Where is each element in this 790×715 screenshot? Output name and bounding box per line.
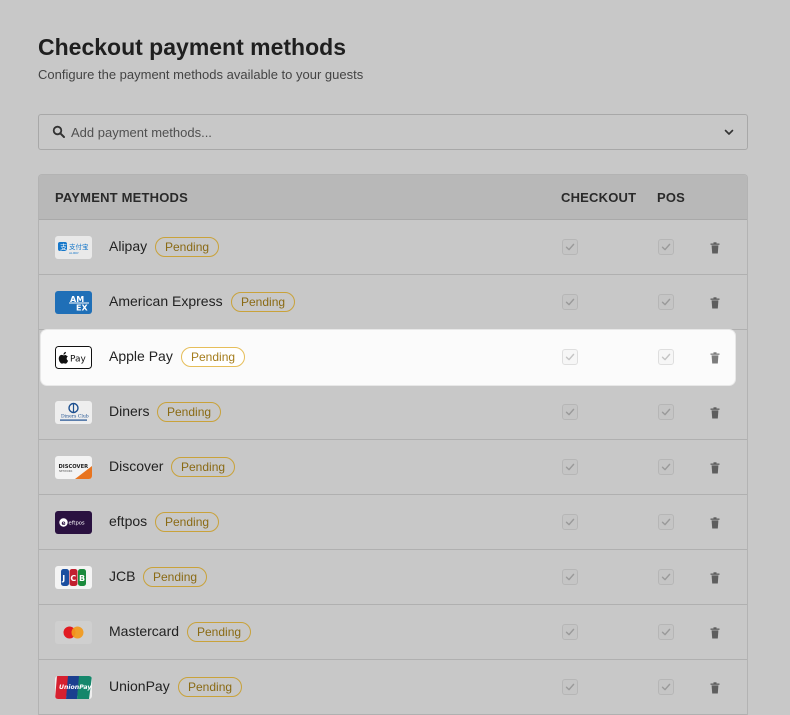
svg-text:B: B	[79, 574, 85, 583]
svg-text:EX: EX	[76, 304, 88, 313]
search-icon	[52, 125, 65, 138]
table-row: AM EX American Express Pending	[39, 275, 747, 330]
diners-club-logo: Diners Club	[55, 401, 92, 424]
payment-method-name: Apple Pay	[109, 348, 173, 364]
checkout-checkbox-discover[interactable]	[562, 459, 578, 475]
svg-text:Diners Club: Diners Club	[61, 414, 89, 420]
checkout-checkbox-diners[interactable]	[562, 404, 578, 420]
alipay-logo: 支支付宝 ALIPAY	[55, 236, 92, 259]
status-badge: Pending	[187, 622, 252, 642]
status-badge: Pending	[178, 677, 243, 697]
trash-icon[interactable]	[710, 516, 720, 529]
payment-methods-page: Checkout payment methods Configure the p…	[38, 30, 748, 715]
svg-text:J: J	[61, 574, 65, 583]
pos-checkbox-mastercard[interactable]	[658, 624, 674, 640]
svg-text:ALIPAY: ALIPAY	[69, 251, 79, 255]
checkout-checkbox-apple-pay[interactable]	[562, 349, 578, 365]
status-badge: Pending	[157, 402, 222, 422]
svg-text:e: e	[62, 520, 66, 527]
pos-checkbox-alipay[interactable]	[658, 239, 674, 255]
status-badge: Pending	[171, 457, 236, 477]
payment-method-name: Alipay	[109, 238, 148, 254]
svg-text:支: 支	[60, 243, 67, 252]
checkout-checkbox-alipay[interactable]	[562, 239, 578, 255]
pos-checkbox-jcb[interactable]	[658, 569, 674, 585]
svg-text:C: C	[70, 574, 76, 583]
trash-icon[interactable]	[710, 461, 720, 474]
trash-icon[interactable]	[710, 351, 720, 364]
svg-text:Pay: Pay	[70, 355, 87, 365]
apple-pay-logo: Pay	[55, 346, 92, 369]
checkout-checkbox-eftpos[interactable]	[562, 514, 578, 530]
jcb-logo: JCB	[55, 566, 92, 589]
trash-icon[interactable]	[710, 406, 720, 419]
table-row: Mastercard Pending	[39, 605, 747, 660]
status-badge: Pending	[181, 347, 246, 367]
search-input[interactable]	[71, 115, 711, 149]
eftpos-logo: e eftpos	[55, 511, 92, 534]
checkout-checkbox-unionpay[interactable]	[562, 679, 578, 695]
trash-icon[interactable]	[710, 681, 720, 694]
column-header-checkout: CHECKOUT	[561, 190, 637, 205]
add-payment-methods-select[interactable]	[38, 114, 748, 150]
checkout-checkbox-mastercard[interactable]	[562, 624, 578, 640]
checkout-checkbox-jcb[interactable]	[562, 569, 578, 585]
unionpay-logo: UnionPay	[55, 676, 92, 699]
pos-checkbox-apple-pay[interactable]	[658, 349, 674, 365]
pos-checkbox-discover[interactable]	[658, 459, 674, 475]
payment-methods-table: PAYMENT METHODS CHECKOUT POS 支支付宝 ALIPAY A…	[38, 174, 748, 715]
table-row: DISCOVER NETWORK Discover Pending	[39, 440, 747, 495]
column-header-pos: POS	[657, 190, 686, 205]
page-title: Checkout payment methods	[38, 34, 346, 60]
table-body: 支支付宝 ALIPAY Alipay Pending AM EX American Expr…	[39, 220, 747, 715]
svg-text:支付宝: 支付宝	[69, 242, 89, 251]
table-row: 支支付宝 ALIPAY Alipay Pending	[39, 220, 747, 275]
payment-method-name: eftpos	[109, 513, 148, 529]
trash-icon[interactable]	[710, 571, 720, 584]
payment-method-name: Mastercard	[109, 623, 180, 639]
amex-logo: AM EX	[55, 291, 92, 314]
pos-checkbox-unionpay[interactable]	[658, 679, 674, 695]
pos-checkbox-diners[interactable]	[658, 404, 674, 420]
table-row: Pay Apple Pay Pending	[41, 330, 735, 385]
mastercard-logo	[55, 621, 92, 644]
trash-icon[interactable]	[710, 626, 720, 639]
status-badge: Pending	[231, 292, 296, 312]
payment-method-name: American Express	[109, 293, 223, 309]
svg-text:eftpos: eftpos	[69, 521, 85, 527]
checkout-checkbox-american-express[interactable]	[562, 294, 578, 310]
status-badge: Pending	[155, 512, 220, 532]
payment-method-name: Discover	[109, 458, 164, 474]
pos-checkbox-american-express[interactable]	[658, 294, 674, 310]
column-header-payment-methods: PAYMENT METHODS	[55, 190, 189, 205]
table-row: e eftpos eftpos Pending	[39, 495, 747, 550]
pos-checkbox-eftpos[interactable]	[658, 514, 674, 530]
svg-text:NETWORK: NETWORK	[59, 469, 73, 473]
chevron-down-icon[interactable]	[723, 126, 735, 138]
payment-method-name: Diners	[109, 403, 150, 419]
table-row: Diners Club Diners Pending	[39, 385, 747, 440]
payment-method-name: JCB	[109, 568, 136, 584]
trash-icon[interactable]	[710, 296, 720, 309]
trash-icon[interactable]	[710, 241, 720, 254]
status-badge: Pending	[143, 567, 208, 587]
payment-method-name: UnionPay	[109, 678, 170, 694]
page-subtitle: Configure the payment methods available …	[38, 67, 364, 82]
svg-text:UnionPay: UnionPay	[59, 684, 92, 691]
table-row: UnionPay UnionPay Pending	[39, 660, 747, 715]
table-row: J C B JCB Pending	[39, 550, 747, 605]
table-header: PAYMENT METHODS CHECKOUT POS	[39, 175, 747, 220]
discover-logo: DISCOVER NETWORK	[55, 456, 92, 479]
status-badge: Pending	[155, 237, 220, 257]
